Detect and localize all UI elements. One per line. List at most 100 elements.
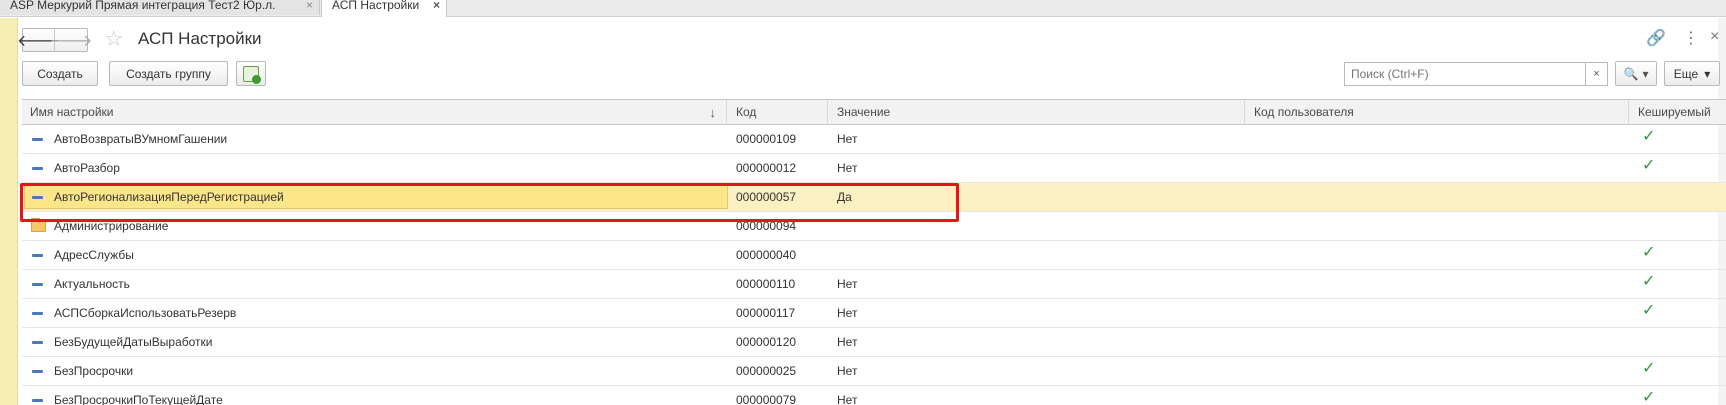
cell-user-code[interactable] [1246,241,1629,269]
create-button[interactable]: Создать [22,61,98,86]
checkmark-icon: ✓ [1642,389,1656,405]
setting-name-text: АвтоРазбор [54,161,120,175]
navigation-buttons: 🡐 🡒 [17,28,93,52]
column-header-code[interactable]: Код [728,100,828,125]
setting-name-text: Актуальность [54,277,130,291]
cell-setting-name[interactable]: БезБудущейДатыВыработки [22,328,727,356]
link-icon[interactable]: 🔗 [1646,28,1666,48]
table-row[interactable]: Актуальность 000000110 Нет ✓ [22,270,1726,299]
cell-code[interactable]: 000000040 [728,241,828,269]
setting-name-text: АдресСлужбы [54,248,134,262]
chevron-down-icon: ▾ [1704,66,1711,81]
cell-user-code[interactable] [1246,270,1629,298]
cell-user-code[interactable] [1246,125,1629,153]
clear-search-icon[interactable]: × [1586,62,1608,86]
cell-value[interactable]: Да [829,183,1245,211]
more-button[interactable]: Еще ▾ [1664,61,1720,86]
item-icon [32,167,43,170]
item-icon [32,370,43,373]
cell-user-code[interactable] [1246,328,1629,356]
cell-value[interactable]: Нет [829,386,1245,405]
cell-value[interactable]: Нет [829,154,1245,182]
table-header: Имя настройки ↓ Код Значение Код пользов… [22,99,1726,125]
item-icon [32,254,43,257]
forward-arrow-icon[interactable]: 🡒 [50,29,93,51]
table-row[interactable]: АвтоРазбор 000000012 Нет ✓ [22,154,1726,183]
table-row[interactable]: БезБудущейДатыВыработки 000000120 Нет [22,328,1726,357]
cell-user-code[interactable] [1246,154,1629,182]
cell-setting-name[interactable]: АСПСборкаИспользоватьРезерв [22,299,727,327]
cell-code[interactable]: 000000057 [728,183,828,211]
cell-code[interactable]: 000000117 [728,299,828,327]
cell-user-code[interactable] [1246,183,1629,211]
cell-user-code[interactable] [1246,299,1629,327]
table-row[interactable]: Администрирование 000000094 [22,212,1726,241]
cell-setting-name[interactable]: АвтоВозвратыВУмномГашении [22,125,727,153]
cell-code[interactable]: 000000120 [728,328,828,356]
table-row[interactable]: АвтоВозвратыВУмномГашении 000000109 Нет ✓ [22,125,1726,154]
folder-icon [31,218,46,232]
cell-setting-name[interactable]: БезПросрочки [22,357,727,385]
column-header-cached[interactable]: Кешируемый [1630,100,1726,125]
search-input[interactable] [1344,62,1586,86]
chevron-down-icon: ▾ [1642,66,1649,81]
tab-asp-settings[interactable]: АСП Настройки × [321,0,447,17]
checkmark-icon: ✓ [1642,360,1656,377]
cell-code[interactable]: 000000025 [728,357,828,385]
cell-value[interactable]: Нет [829,299,1245,327]
cell-code[interactable]: 000000079 [728,386,828,405]
table-row[interactable]: АвтоРегионализацияПередРегистрацией 00000… [22,183,1726,212]
item-icon [32,341,43,344]
cell-value[interactable] [829,241,1245,269]
setting-name-text: АСПСборкаИспользоватьРезерв [54,306,237,320]
favorite-star-icon[interactable]: ☆ [104,26,124,52]
table-row[interactable]: АСПСборкаИспользоватьРезерв 000000117 Нет ✓ [22,299,1726,328]
item-icon [32,283,43,286]
cell-code[interactable]: 000000012 [728,154,828,182]
table-row[interactable]: БезПросрочки 000000025 Нет ✓ [22,357,1726,386]
column-header-value[interactable]: Значение [829,100,1245,125]
search-button[interactable]: 🔍 ▾ [1615,61,1657,86]
item-icon [32,399,43,402]
close-icon[interactable]: × [306,0,313,12]
cell-setting-name[interactable]: АвтоРазбор [22,154,727,182]
cell-setting-name[interactable]: Администрирование [22,212,727,240]
setting-name-text: АвтоРегионализацияПередРегистрацией [54,190,284,204]
cell-value[interactable] [829,212,1245,240]
more-button-label: Еще [1673,66,1699,81]
cell-code[interactable]: 000000094 [728,212,828,240]
table-row[interactable]: АдресСлужбы 000000040 ✓ [22,241,1726,270]
cell-code[interactable]: 000000109 [728,125,828,153]
cell-value[interactable]: Нет [829,328,1245,356]
tab-mercury-integration[interactable]: ASP Меркурий Прямая интеграция Тест2 Юр.… [0,0,320,15]
cell-code[interactable]: 000000110 [728,270,828,298]
table-row[interactable]: БезПросрочкиПоТекущейДате 000000079 Нет ✓ [22,386,1726,405]
cell-value[interactable]: Нет [829,270,1245,298]
add-from-template-button[interactable] [236,61,266,86]
checkmark-icon: ✓ [1642,244,1656,261]
checkmark-icon: ✓ [1642,157,1656,174]
setting-name-text: БезПросрочки [54,364,134,378]
cell-setting-name[interactable]: Актуальность [22,270,727,298]
column-header-name[interactable]: Имя настройки ↓ [22,100,727,125]
cell-setting-name[interactable]: АдресСлужбы [22,241,727,269]
cell-setting-name[interactable]: БезПросрочкиПоТекущейДате [22,386,727,405]
tab-bar: ASP Меркурий Прямая интеграция Тест2 Юр.… [0,0,1726,17]
create-group-button[interactable]: Создать группу [109,61,228,86]
cell-setting-name[interactable]: АвтоРегионализацияПередРегистрацией [22,183,727,211]
close-icon[interactable]: × [1710,28,1719,46]
cell-user-code[interactable] [1246,357,1629,385]
column-header-user-code[interactable]: Код пользователя [1246,100,1629,125]
checkmark-icon: ✓ [1642,273,1656,290]
close-icon[interactable]: × [433,0,440,12]
cell-value[interactable]: Нет [829,125,1245,153]
tab-label: ASP Меркурий Прямая интеграция Тест2 Юр.… [10,0,276,12]
checkmark-icon: ✓ [1642,302,1656,319]
sort-down-icon[interactable]: ↓ [710,100,717,125]
cell-value[interactable]: Нет [829,357,1245,385]
add-document-icon [243,65,261,84]
cell-user-code[interactable] [1246,386,1629,405]
more-menu-icon[interactable]: ⋮ [1683,28,1699,48]
cell-user-code[interactable] [1246,212,1629,240]
setting-name-text: АвтоВозвратыВУмномГашении [54,132,228,146]
